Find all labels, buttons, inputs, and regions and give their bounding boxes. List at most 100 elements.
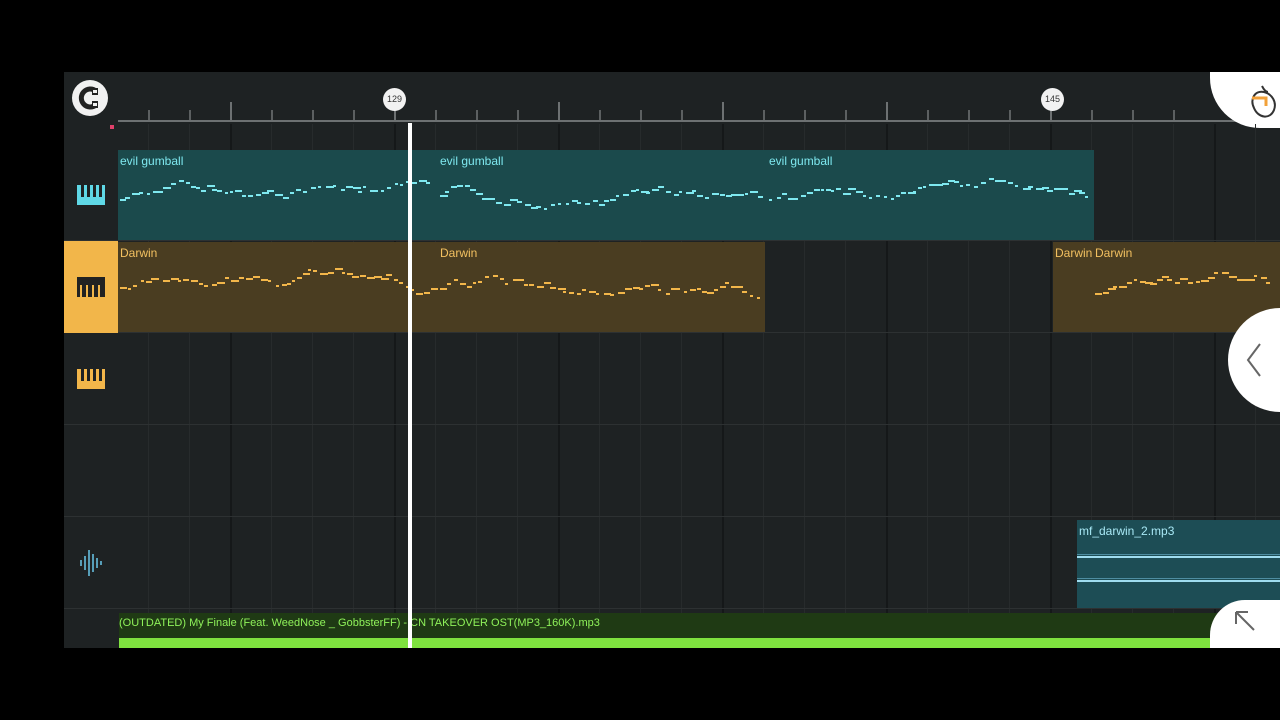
midi-note: [207, 185, 215, 187]
midi-note: [201, 190, 206, 192]
timeline-ruler[interactable]: 129 145: [64, 72, 1280, 128]
midi-note: [692, 190, 696, 192]
pattern-clip[interactable]: Darwin: [438, 242, 765, 332]
midi-note: [460, 283, 466, 285]
midi-note: [582, 289, 586, 291]
midi-note: [493, 275, 498, 277]
midi-note: [1001, 180, 1006, 182]
midi-note: [863, 195, 866, 197]
midi-note: [1229, 276, 1237, 278]
midi-note: [544, 208, 547, 210]
pattern-clip[interactable]: evil gumball: [438, 150, 767, 240]
midi-note: [246, 278, 253, 280]
magnet-snap-button[interactable]: [72, 80, 108, 116]
midi-note: [1108, 288, 1116, 290]
audio-clip[interactable]: mf_darwin_2.mp3: [1077, 520, 1280, 608]
midi-note: [869, 197, 872, 199]
midi-note: [1208, 277, 1215, 279]
midi-note: [335, 268, 343, 270]
bar-marker-129[interactable]: 129: [383, 88, 406, 111]
midi-note: [707, 292, 714, 294]
midi-note: [848, 188, 856, 190]
midi-note: [235, 190, 242, 192]
row-separator: [64, 240, 1280, 241]
ruler-tick: [1132, 110, 1134, 120]
row-separator: [64, 608, 1280, 609]
midi-note: [196, 187, 200, 189]
audio-track-clip[interactable]: (OUTDATED) My Finale (Feat. WeedNose _ G…: [119, 613, 1280, 648]
ruler-tick: [1173, 110, 1175, 120]
midi-note: [1047, 190, 1053, 192]
track-1-header[interactable]: [64, 149, 118, 241]
clip-label: evil gumball: [440, 154, 504, 168]
midi-note: [387, 187, 391, 189]
midi-note: [1167, 279, 1172, 281]
midi-note: [577, 293, 581, 295]
midi-note: [674, 194, 679, 196]
midi-note: [313, 270, 317, 272]
midi-note: [1254, 275, 1257, 277]
pattern-clip[interactable]: Darwin: [1053, 242, 1093, 332]
ruler-tick: [189, 110, 191, 120]
midi-note: [1175, 282, 1180, 284]
clip-label: Darwin: [440, 246, 478, 260]
pattern-clip[interactable]: evil gumball: [767, 150, 1094, 240]
midi-note: [204, 285, 208, 287]
midi-note: [239, 277, 244, 279]
midi-note: [125, 197, 130, 199]
ruler-tick: [271, 110, 273, 120]
midi-note: [636, 189, 639, 191]
ruler-baseline: [118, 120, 1280, 122]
fl-studio-mobile-playlist: 129 145 evil gumball evil gumball evil g…: [64, 72, 1280, 648]
ruler-tick: [927, 110, 929, 120]
midi-note: [146, 281, 152, 283]
midi-note: [795, 198, 798, 200]
midi-note: [1103, 292, 1109, 294]
midi-note: [394, 279, 398, 281]
midi-note: [262, 192, 269, 194]
midi-note: [593, 200, 598, 202]
audio-waveform: [119, 638, 1280, 648]
midi-note: [537, 286, 544, 288]
midi-note: [758, 196, 763, 198]
midi-note: [954, 181, 959, 183]
midi-note: [577, 202, 581, 204]
audio-waveform: [1077, 554, 1280, 582]
midi-note: [163, 187, 171, 189]
ruler-tick: [640, 110, 642, 120]
midi-note: [440, 288, 447, 290]
midi-note: [283, 197, 289, 199]
arrow-up-left-icon: [1235, 611, 1255, 631]
midi-note: [981, 182, 986, 184]
midi-note: [769, 199, 772, 201]
track-3-header[interactable]: [64, 333, 118, 425]
midi-note: [400, 184, 403, 186]
row-separator: [64, 424, 1280, 425]
midi-note: [381, 190, 384, 192]
ruler-tick: [558, 102, 560, 120]
bar-marker-145[interactable]: 145: [1041, 88, 1064, 111]
playhead[interactable]: [408, 123, 412, 648]
row-separator: [64, 332, 1280, 333]
midi-note: [966, 184, 970, 186]
midi-note: [347, 273, 353, 275]
pattern-clip[interactable]: Darwin: [118, 242, 438, 332]
midi-note: [352, 276, 359, 278]
midi-note: [217, 190, 222, 192]
midi-note: [133, 285, 137, 287]
midi-note: [500, 278, 504, 280]
track-4-header[interactable]: [64, 517, 118, 609]
midi-note: [248, 195, 253, 197]
midi-note: [1023, 188, 1031, 190]
track-2-header[interactable]: [64, 241, 118, 333]
midi-note: [412, 182, 417, 184]
midi-note: [666, 191, 671, 193]
pattern-clip[interactable]: evil gumball: [118, 150, 438, 240]
fruit-logo-icon: [1251, 85, 1276, 118]
midi-note: [974, 186, 978, 188]
midi-note: [639, 288, 643, 290]
midi-note: [742, 291, 747, 293]
midi-note: [610, 294, 614, 296]
midi-note: [745, 193, 748, 195]
midi-note: [1134, 279, 1137, 281]
